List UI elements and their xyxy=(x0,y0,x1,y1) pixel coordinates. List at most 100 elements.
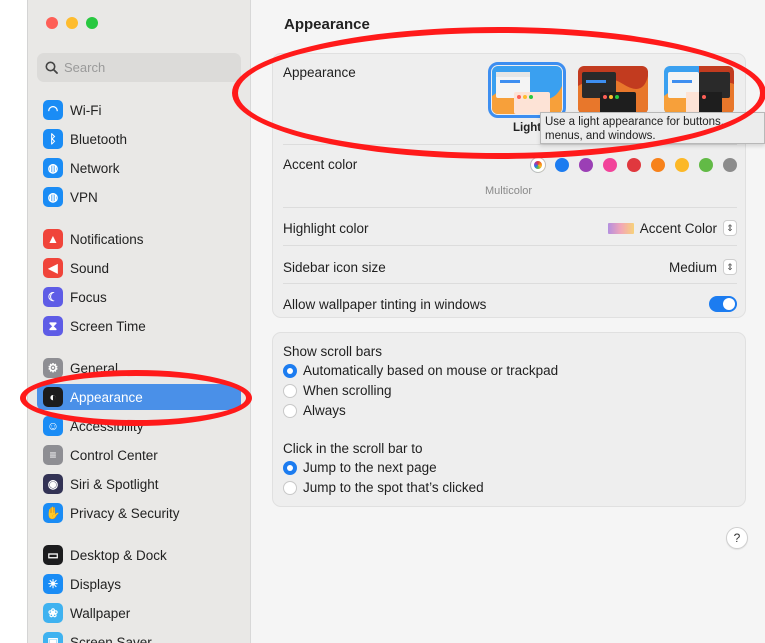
radio-button[interactable] xyxy=(283,363,297,378)
sidebar-item-label: Accessibility xyxy=(70,418,144,434)
radio-option[interactable]: When scrolling xyxy=(283,383,392,398)
radio-option[interactable]: Automatically based on mouse or trackpad xyxy=(283,363,558,378)
sidebar-item-wallpaper[interactable]: ❀ Wallpaper xyxy=(37,600,241,626)
highlight-color-preview xyxy=(607,222,634,234)
sidebar-item-appearance[interactable]: ◐ Appearance xyxy=(37,384,241,410)
divider xyxy=(283,245,737,246)
sidebar-item-general[interactable]: ⚙ General xyxy=(37,355,241,381)
accent-swatches xyxy=(531,157,737,172)
radio-button[interactable] xyxy=(283,460,297,475)
sidebar-icon-size-popup[interactable]: Medium ⇕ xyxy=(669,259,737,275)
sidebar-item-label: Screen Time xyxy=(70,318,146,334)
radio-option[interactable]: Always xyxy=(283,403,346,418)
bell-icon: ▲ xyxy=(43,229,63,249)
accent-swatch[interactable] xyxy=(675,157,689,172)
sidebar-item-screen-time[interactable]: ⧗ Screen Time xyxy=(37,313,241,339)
radio-option[interactable]: Jump to the spot that’s clicked xyxy=(283,480,484,495)
close-button[interactable] xyxy=(46,17,58,29)
popup-chevron-icon: ⇕ xyxy=(723,220,737,236)
sidebar-item-vpn[interactable]: ◍ VPN xyxy=(37,184,241,210)
highlight-color-label: Highlight color xyxy=(283,220,369,236)
sidebar-item-focus[interactable]: ☾ Focus xyxy=(37,284,241,310)
accent-swatch[interactable] xyxy=(579,157,593,172)
speaker-icon: ◀ xyxy=(43,258,63,278)
accent-swatch-multicolor[interactable] xyxy=(531,157,545,172)
sidebar-item-siri-spotlight[interactable]: ◉ Siri & Spotlight xyxy=(37,471,241,497)
accent-color-label: Accent color xyxy=(283,157,358,172)
settings-window: ◠ Wi-Fi ᛒ Bluetooth ◍ Network ◍ VPN ▲ Notificatio… xyxy=(27,0,765,643)
accent-color-caption: Multicolor xyxy=(485,185,533,197)
sidebar-item-privacy-security[interactable]: ✋ Privacy & Security xyxy=(37,500,241,526)
light-preview-icon xyxy=(492,66,562,114)
page-title: Appearance xyxy=(284,16,370,33)
sidebar-item-label: Screen Saver xyxy=(70,634,152,643)
search-input[interactable] xyxy=(64,60,224,75)
sidebar-item-notifications[interactable]: ▲ Notifications xyxy=(37,226,241,252)
scroll-bars-card: Show scroll bars Automatically based on … xyxy=(272,332,746,507)
radio-label: Jump to the spot that’s clicked xyxy=(303,480,484,495)
zoom-button[interactable] xyxy=(86,17,98,29)
sidebar-item-label: Appearance xyxy=(70,389,143,405)
radio-option[interactable]: Jump to the next page xyxy=(283,460,437,475)
accent-swatch[interactable] xyxy=(699,157,713,172)
radio-button[interactable] xyxy=(283,383,297,398)
sidebar-item-control-center[interactable]: ≡ Control Center xyxy=(37,442,241,468)
accent-swatch[interactable] xyxy=(555,157,569,172)
appearance-label: Appearance xyxy=(283,65,356,80)
sidebar-item-label: VPN xyxy=(70,189,98,205)
wallpaper-tinting-row: Allow wallpaper tinting in windows xyxy=(283,296,737,312)
accent-swatch[interactable] xyxy=(627,157,641,172)
sidebar-icon-size-label: Sidebar icon size xyxy=(283,259,386,275)
sidebar-item-label: Siri & Spotlight xyxy=(70,476,159,492)
moon-icon: ☾ xyxy=(43,287,63,307)
search-field[interactable] xyxy=(37,53,241,82)
sidebar-item-label: Control Center xyxy=(70,447,158,463)
highlight-color-value: Accent Color xyxy=(639,220,717,236)
divider xyxy=(283,283,737,284)
sidebar-item-wi-fi[interactable]: ◠ Wi-Fi xyxy=(37,97,241,123)
dark-preview-icon xyxy=(578,66,648,114)
appearance-icon: ◐ xyxy=(43,387,63,407)
appearance-card: Appearance Light Accent color Multicolor… xyxy=(272,53,746,318)
sidebar-item-label: Desktop & Dock xyxy=(70,547,167,563)
appearance-dark-option[interactable] xyxy=(578,66,648,114)
radio-button[interactable] xyxy=(283,403,297,418)
sidebar-item-sound[interactable]: ◀ Sound xyxy=(37,255,241,281)
accent-swatch[interactable] xyxy=(723,157,737,172)
search-icon xyxy=(45,61,58,74)
wifi-icon: ◠ xyxy=(43,100,63,120)
help-button[interactable]: ? xyxy=(726,527,748,549)
radio-label: Always xyxy=(303,403,346,418)
sidebar-item-label: Sound xyxy=(70,260,110,276)
appearance-tooltip: Use a light appearance for buttons, menu… xyxy=(540,112,765,144)
window-controls xyxy=(46,17,98,29)
popup-chevron-icon: ⇕ xyxy=(723,259,737,275)
sidebar-item-label: Privacy & Security xyxy=(70,505,180,521)
wallpaper-tinting-toggle[interactable] xyxy=(709,296,737,312)
main-pane: Appearance Appearance Light Accent color… xyxy=(252,0,765,643)
sun-icon: ☀ xyxy=(43,574,63,594)
hourglass-icon: ⧗ xyxy=(43,316,63,336)
radio-button[interactable] xyxy=(283,480,297,495)
vpn-icon: ◍ xyxy=(43,187,63,207)
sidebar-item-network[interactable]: ◍ Network xyxy=(37,155,241,181)
highlight-color-popup[interactable]: Accent Color ⇕ xyxy=(607,220,737,236)
minimize-button[interactable] xyxy=(66,17,78,29)
accent-swatch[interactable] xyxy=(651,157,665,172)
sidebar-item-displays[interactable]: ☀ Displays xyxy=(37,571,241,597)
radio-label: When scrolling xyxy=(303,383,392,398)
appearance-light-option[interactable] xyxy=(488,62,566,118)
sidebar-item-label: Displays xyxy=(70,576,122,592)
accent-swatch[interactable] xyxy=(603,157,617,172)
sidebar-item-label: Bluetooth xyxy=(70,131,128,147)
sidebar-item-desktop-dock[interactable]: ▭ Desktop & Dock xyxy=(37,542,241,568)
sidebar-icon-size-row: Sidebar icon size Medium ⇕ xyxy=(283,259,737,275)
sidebar-item-accessibility[interactable]: ☺ Accessibility xyxy=(37,413,241,439)
sidebar-item-screen-saver[interactable]: ▣ Screen Saver xyxy=(37,629,241,643)
sidebar-item-bluetooth[interactable]: ᛒ Bluetooth xyxy=(37,126,241,152)
highlight-color-row: Highlight color Accent Color ⇕ xyxy=(283,220,737,236)
wallpaper-tinting-label: Allow wallpaper tinting in windows xyxy=(283,296,487,312)
bluetooth-icon: ᛒ xyxy=(43,129,63,149)
appearance-auto-option[interactable] xyxy=(664,66,734,114)
radio-label: Jump to the next page xyxy=(303,460,437,475)
